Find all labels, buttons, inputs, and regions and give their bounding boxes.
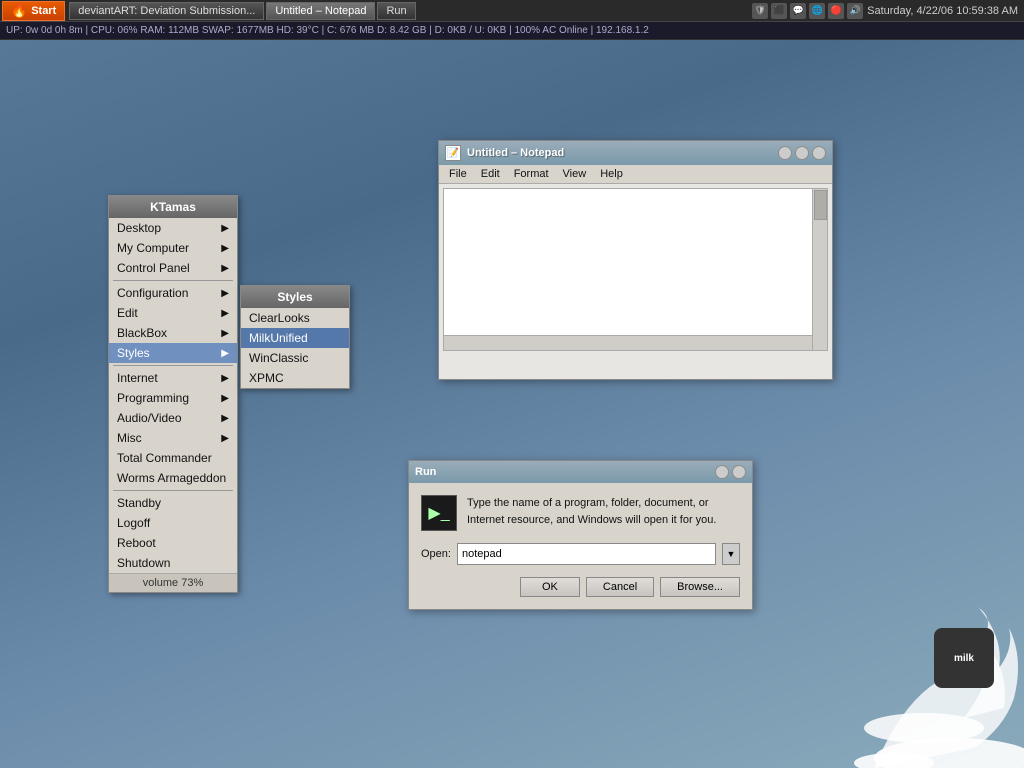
notepad-scrollbar[interactable] [812,189,827,350]
taskbar: 🔥 Start deviantART: Deviation Submission… [0,0,1024,22]
tray-icon-4[interactable]: 🌐 [809,3,825,19]
milk-logo: milk [934,628,994,688]
menu-item-standby[interactable]: Standby [109,493,237,513]
menu-item-edit[interactable]: Edit▶ [109,303,237,323]
tray-icon-3[interactable]: 💬 [790,3,806,19]
run-input-row: Open: ▼ [421,543,740,565]
run-minimize-button[interactable] [715,465,729,479]
run-controls [715,465,746,479]
menu-item-internet[interactable]: Internet▶ [109,368,237,388]
milk-splash: milk [724,518,1024,768]
start-menu-header: KTamas [109,196,237,218]
menu-item-reboot[interactable]: Reboot [109,533,237,553]
menu-item-logoff[interactable]: Logoff [109,513,237,533]
notepad-title-text: Untitled – Notepad [467,147,564,159]
tray-icons: 🛡 ⬛ 💬 🌐 🔴 🔊 [752,3,863,19]
run-ok-button[interactable]: OK [520,577,580,597]
notepad-window: 📝 Untitled – Notepad File Edit Format Vi… [438,140,833,380]
volume-bar: volume 73% [109,573,237,592]
tray-icon-2[interactable]: ⬛ [771,3,787,19]
notepad-controls [778,146,826,160]
notepad-menu-view[interactable]: View [557,167,593,181]
notepad-titlebar[interactable]: 📝 Untitled – Notepad [439,141,832,165]
style-xpmc[interactable]: XPMC [241,368,349,388]
taskbar-tab-run[interactable]: Run [377,2,415,20]
statusbar: UP: 0w 0d 0h 8m | CPU: 06% RAM: 112MB SW… [0,22,1024,40]
style-winclassic[interactable]: WinClassic [241,348,349,368]
run-body: ▶_ Type the name of a program, folder, d… [409,483,752,609]
style-milkunified[interactable]: MilkUnified [241,328,349,348]
terminal-icon-symbol: ▶_ [428,503,449,523]
styles-submenu: Styles ClearLooks MilkUnified WinClassic… [240,285,350,389]
menu-item-shutdown[interactable]: Shutdown [109,553,237,573]
run-input-field[interactable] [457,543,716,565]
notepad-menu-help[interactable]: Help [594,167,629,181]
run-title-text: Run [415,466,436,478]
tray-icon-1[interactable]: 🛡 [752,3,768,19]
menu-item-programming[interactable]: Programming▶ [109,388,237,408]
separator-3 [113,490,233,491]
notepad-menu-file[interactable]: File [443,167,473,181]
menu-item-misc[interactable]: Misc▶ [109,428,237,448]
menu-item-totalcommander[interactable]: Total Commander [109,448,237,468]
run-buttons: OK Cancel Browse... [421,577,740,597]
taskbar-tabs: deviantART: Deviation Submission... Unti… [69,2,415,20]
menu-item-configuration[interactable]: Configuration▶ [109,283,237,303]
taskbar-tab-deviantart[interactable]: deviantART: Deviation Submission... [69,2,264,20]
notepad-menubar: File Edit Format View Help [439,165,832,184]
minimize-button[interactable] [778,146,792,160]
run-dropdown-button[interactable]: ▼ [722,543,740,565]
tray-icon-6[interactable]: 🔊 [847,3,863,19]
notepad-icon: 📝 [445,145,461,161]
start-menu: KTamas Desktop▶ My Computer▶ Control Pan… [108,195,238,593]
menu-item-controlpanel[interactable]: Control Panel▶ [109,258,237,278]
run-terminal-icon: ▶_ [421,495,457,531]
datetime: Saturday, 4/22/06 10:59:38 AM [867,5,1018,17]
taskbar-right: 🛡 ⬛ 💬 🌐 🔴 🔊 Saturday, 4/22/06 10:59:38 A… [752,3,1024,19]
separator-1 [113,280,233,281]
run-cancel-button[interactable]: Cancel [586,577,654,597]
run-description: Type the name of a program, folder, docu… [467,495,740,528]
run-titlebar[interactable]: Run [409,461,752,483]
menu-item-styles[interactable]: Styles▶ [109,343,237,363]
run-top: ▶_ Type the name of a program, folder, d… [421,495,740,531]
menu-item-blackbox[interactable]: BlackBox▶ [109,323,237,343]
close-button[interactable] [812,146,826,160]
maximize-button[interactable] [795,146,809,160]
start-button[interactable]: 🔥 Start [2,1,65,21]
menu-item-audiovideo[interactable]: Audio/Video▶ [109,408,237,428]
status-text: UP: 0w 0d 0h 8m | CPU: 06% RAM: 112MB SW… [6,25,649,36]
milk-splash-svg [724,518,1024,768]
menu-item-desktop[interactable]: Desktop▶ [109,218,237,238]
notepad-menu-format[interactable]: Format [508,167,555,181]
notepad-menu-edit[interactable]: Edit [475,167,506,181]
run-close-button[interactable] [732,465,746,479]
notepad-scrollthumb[interactable] [814,190,827,220]
start-label: Start [31,5,56,17]
notepad-title-left: 📝 Untitled – Notepad [445,145,564,161]
notepad-content[interactable] [443,188,828,351]
menu-item-wormsarmageddon[interactable]: Worms Armageddon [109,468,237,488]
run-dialog: Run ▶_ Type the name of a program, folde… [408,460,753,610]
notepad-hscrollbar[interactable] [444,335,812,350]
taskbar-tab-notepad[interactable]: Untitled – Notepad [266,2,375,20]
styles-submenu-header: Styles [241,286,349,308]
menu-item-mycomputer[interactable]: My Computer▶ [109,238,237,258]
start-icon: 🔥 [11,3,27,19]
tray-icon-5[interactable]: 🔴 [828,3,844,19]
run-open-label: Open: [421,548,451,560]
separator-2 [113,365,233,366]
style-clearlooks[interactable]: ClearLooks [241,308,349,328]
desktop: KTamas Desktop▶ My Computer▶ Control Pan… [0,40,1024,768]
run-browse-button[interactable]: Browse... [660,577,740,597]
